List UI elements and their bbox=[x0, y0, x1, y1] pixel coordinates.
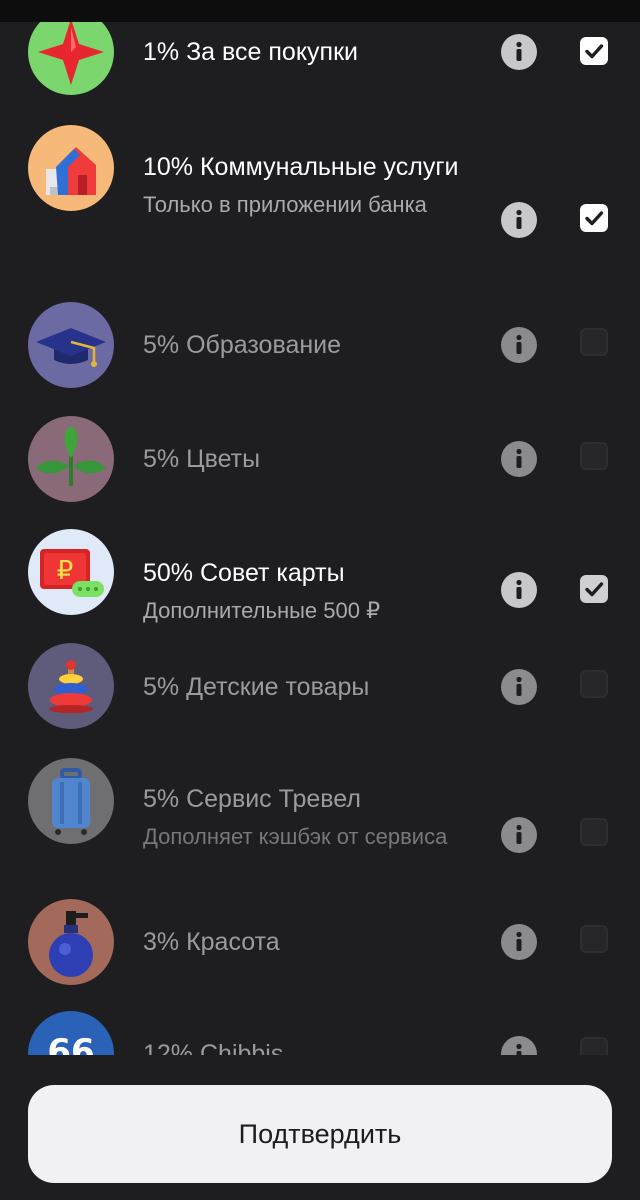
info-icon[interactable] bbox=[501, 441, 537, 477]
category-item-beauty[interactable]: 3% Красота bbox=[0, 899, 640, 1018]
info-icon[interactable] bbox=[501, 1036, 537, 1055]
category-item-all-purchases[interactable]: 1% За все покупки bbox=[0, 22, 640, 100]
category-checkbox[interactable] bbox=[580, 670, 608, 698]
svg-text:66: 66 bbox=[47, 1032, 94, 1055]
category-item-education[interactable]: 5% Образование bbox=[0, 294, 640, 408]
category-title: 50% Совет карты bbox=[143, 559, 345, 587]
category-subtitle: Дополняет кэшбэк от сервиса bbox=[143, 824, 448, 849]
category-checkbox[interactable] bbox=[580, 328, 608, 356]
house-icon bbox=[28, 125, 114, 211]
category-item-chibbis[interactable]: 66 12% Chibbis bbox=[0, 1011, 640, 1055]
category-title: 10% Коммунальные услуги bbox=[143, 153, 459, 181]
category-checkbox[interactable] bbox=[580, 925, 608, 953]
category-subtitle: Только в приложении банка bbox=[143, 192, 427, 217]
category-title: 3% Красота bbox=[143, 928, 280, 956]
info-icon[interactable] bbox=[501, 202, 537, 238]
category-item-kids-goods[interactable]: 5% Детские товары bbox=[0, 636, 640, 750]
cashback-category-list[interactable]: 1% За все покупки 10% Коммунальные услуг… bbox=[0, 22, 640, 1055]
star-icon bbox=[28, 22, 114, 95]
confirm-button[interactable]: Подтвердить bbox=[28, 1085, 612, 1183]
category-item-travel-service[interactable]: 5% Сервис Тревел Дополняет кэшбэк от сер… bbox=[0, 750, 640, 904]
perfume-bottle-icon bbox=[28, 899, 114, 985]
category-item-card-advice[interactable]: ₽ 50% Совет карты Дополнительные 500 ₽ bbox=[0, 522, 640, 636]
chibbis-logo-icon: 66 bbox=[28, 1011, 114, 1055]
category-title: 5% Образование bbox=[143, 331, 342, 359]
category-title: 1% За все покупки bbox=[143, 38, 358, 66]
info-icon[interactable] bbox=[501, 572, 537, 608]
ruble-card-icon: ₽ bbox=[28, 529, 114, 615]
info-icon[interactable] bbox=[501, 924, 537, 960]
category-title: 5% Цветы bbox=[143, 445, 261, 473]
category-subtitle: Дополнительные 500 ₽ bbox=[143, 598, 381, 623]
info-icon[interactable] bbox=[501, 817, 537, 853]
category-item-utilities[interactable]: 10% Коммунальные услуги Только в приложе… bbox=[0, 122, 640, 294]
category-checkbox[interactable] bbox=[580, 37, 608, 65]
category-title: 5% Сервис Тревел bbox=[143, 785, 361, 813]
category-checkbox[interactable] bbox=[580, 575, 608, 603]
category-title: 12% Chibbis bbox=[143, 1040, 284, 1055]
info-icon[interactable] bbox=[501, 669, 537, 705]
info-icon[interactable] bbox=[501, 327, 537, 363]
category-checkbox[interactable] bbox=[580, 442, 608, 470]
svg-text:₽: ₽ bbox=[57, 556, 74, 586]
category-checkbox[interactable] bbox=[580, 1037, 608, 1055]
plant-icon bbox=[28, 416, 114, 502]
suitcase-icon bbox=[28, 758, 114, 844]
category-checkbox[interactable] bbox=[580, 818, 608, 846]
status-bar bbox=[0, 0, 640, 22]
info-icon[interactable] bbox=[501, 34, 537, 70]
category-item-flowers[interactable]: 5% Цветы bbox=[0, 408, 640, 522]
graduation-cap-icon bbox=[28, 302, 114, 388]
toy-pyramid-icon bbox=[28, 643, 114, 729]
category-title: 5% Детские товары bbox=[143, 673, 370, 701]
category-checkbox[interactable] bbox=[580, 204, 608, 232]
